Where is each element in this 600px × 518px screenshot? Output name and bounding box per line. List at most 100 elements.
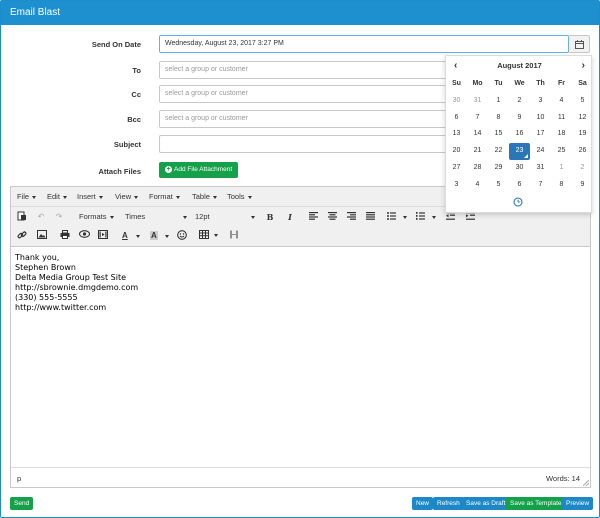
calendar-day[interactable]: 7 xyxy=(530,177,551,194)
page-break-icon[interactable] xyxy=(228,230,240,243)
send-button[interactable]: Send xyxy=(10,497,34,510)
calendar-day[interactable]: 16 xyxy=(509,126,530,143)
calendar-day[interactable]: 8 xyxy=(488,110,509,127)
italic-icon[interactable]: I xyxy=(284,211,296,223)
print-icon[interactable] xyxy=(59,230,71,243)
editor-content[interactable]: Thank you, Stephen Brown Delta Media Gro… xyxy=(15,253,138,313)
calendar-day[interactable]: 8 xyxy=(551,177,572,194)
calendar-day[interactable]: 1 xyxy=(488,93,509,110)
calendar-day[interactable]: 27 xyxy=(446,160,467,177)
font-size-dropdown[interactable]: 12pt xyxy=(195,211,255,223)
media-icon[interactable] xyxy=(97,230,109,243)
selected-day[interactable]: 23 xyxy=(509,143,530,160)
table-icon[interactable] xyxy=(199,230,219,243)
subject-label: Subject xyxy=(113,140,141,149)
calendar-button[interactable] xyxy=(569,35,590,53)
new-button[interactable]: New xyxy=(412,497,434,510)
save-as-template-button[interactable]: Save as Template xyxy=(506,497,566,510)
menu-format[interactable]: Format xyxy=(149,192,180,201)
align-right-icon[interactable] xyxy=(345,212,357,224)
undo-icon[interactable]: ↶ xyxy=(35,211,47,223)
calendar-day[interactable]: 11 xyxy=(551,110,572,127)
align-left-icon[interactable] xyxy=(307,212,319,224)
refresh-button[interactable]: Refresh xyxy=(433,497,464,510)
calendar-day[interactable]: 14 xyxy=(467,126,488,143)
calendar-day[interactable]: 5 xyxy=(488,177,509,194)
calendar-day[interactable]: 6 xyxy=(446,110,467,127)
font-family-dropdown[interactable]: Times xyxy=(125,211,187,223)
to-input[interactable]: select a group or customer xyxy=(159,61,449,79)
clock-icon[interactable] xyxy=(513,197,523,207)
menu-tools[interactable]: Tools xyxy=(227,192,252,201)
outdent-icon[interactable] xyxy=(444,212,456,224)
editor-toolbar: ↶ ↷ Formats Times 12pt B I A A xyxy=(11,207,590,247)
calendar-day[interactable]: 31 xyxy=(530,160,551,177)
calendar-day[interactable]: 22 xyxy=(488,143,509,160)
calendar-day[interactable]: 2 xyxy=(572,160,593,177)
numbered-list-icon[interactable] xyxy=(416,212,436,224)
menu-view[interactable]: View xyxy=(115,192,139,201)
chevron-right-icon[interactable]: › xyxy=(582,60,585,72)
calendar-day[interactable]: 20 xyxy=(446,143,467,160)
calendar-day[interactable]: 1 xyxy=(551,160,572,177)
datepicker-month-title[interactable]: August 2017 xyxy=(446,60,593,72)
calendar-day[interactable]: 3 xyxy=(446,177,467,194)
image-icon[interactable] xyxy=(36,230,48,243)
save-as-draft-button[interactable]: Save as Draft xyxy=(462,497,510,510)
calendar-day[interactable]: 30 xyxy=(446,93,467,110)
calendar-day[interactable]: 18 xyxy=(551,126,572,143)
calendar-day[interactable]: 17 xyxy=(530,126,551,143)
calendar-day[interactable]: 6 xyxy=(509,177,530,194)
menu-edit[interactable]: Edit xyxy=(47,192,67,201)
calendar-day[interactable]: 4 xyxy=(551,93,572,110)
redo-icon[interactable]: ↷ xyxy=(53,211,65,223)
calendar-day[interactable]: 13 xyxy=(446,126,467,143)
calendar-day[interactable]: 29 xyxy=(488,160,509,177)
paste-icon[interactable] xyxy=(16,211,28,225)
calendar-day[interactable]: 15 xyxy=(488,126,509,143)
bullet-list-icon[interactable] xyxy=(387,212,407,224)
emoticon-icon[interactable] xyxy=(176,230,188,244)
cc-input[interactable]: select a group or customer xyxy=(159,85,449,103)
menu-table[interactable]: Table xyxy=(192,192,217,201)
align-center-icon[interactable] xyxy=(326,212,338,224)
add-file-attachment-button[interactable]: + Add File Attachment xyxy=(159,162,239,178)
menu-insert[interactable]: Insert xyxy=(77,192,103,201)
bold-icon[interactable]: B xyxy=(264,211,276,223)
calendar-day[interactable]: 7 xyxy=(467,110,488,127)
calendar-day[interactable]: 30 xyxy=(509,160,530,177)
calendar-day[interactable]: 25 xyxy=(551,143,572,160)
indent-icon[interactable] xyxy=(464,212,476,224)
resize-handle-icon[interactable] xyxy=(583,480,589,486)
background-color-icon[interactable]: A xyxy=(150,230,170,242)
calendar-day[interactable]: 12 xyxy=(572,110,593,127)
calendar-day[interactable]: 28 xyxy=(467,160,488,177)
formats-dropdown[interactable]: Formats xyxy=(79,211,114,223)
subject-input[interactable] xyxy=(159,135,449,153)
calendar-day[interactable]: 24 xyxy=(530,143,551,160)
calendar-day[interactable]: 2 xyxy=(509,93,530,110)
text-color-icon[interactable]: A xyxy=(122,230,142,242)
chevron-left-icon[interactable]: ‹ xyxy=(454,60,457,72)
calendar-day[interactable]: 21 xyxy=(467,143,488,160)
preview-button[interactable]: Preview xyxy=(562,497,594,510)
calendar-day[interactable]: 19 xyxy=(572,126,593,143)
chevron-down-icon xyxy=(134,195,139,199)
preview-eye-icon[interactable] xyxy=(78,230,90,242)
bcc-input[interactable]: select a group or customer xyxy=(159,110,449,128)
weekday-header: Mo xyxy=(472,80,483,87)
element-path[interactable]: p xyxy=(17,474,21,483)
menu-file[interactable]: File xyxy=(17,192,37,201)
calendar-day[interactable]: 5 xyxy=(572,93,593,110)
calendar-day[interactable]: 31 xyxy=(467,93,488,110)
send-on-date-input[interactable]: Wednesday, August 23, 2017 3:27 PM xyxy=(159,35,569,53)
calendar-day[interactable]: 26 xyxy=(572,143,593,160)
link-icon[interactable] xyxy=(16,230,28,244)
calendar-day[interactable]: 4 xyxy=(467,177,488,194)
calendar-day[interactable]: 9 xyxy=(572,177,593,194)
weekday-header: Fr xyxy=(558,80,565,87)
calendar-day[interactable]: 10 xyxy=(530,110,551,127)
align-justify-icon[interactable] xyxy=(364,212,376,224)
calendar-day[interactable]: 9 xyxy=(509,110,530,127)
calendar-day[interactable]: 3 xyxy=(530,93,551,110)
